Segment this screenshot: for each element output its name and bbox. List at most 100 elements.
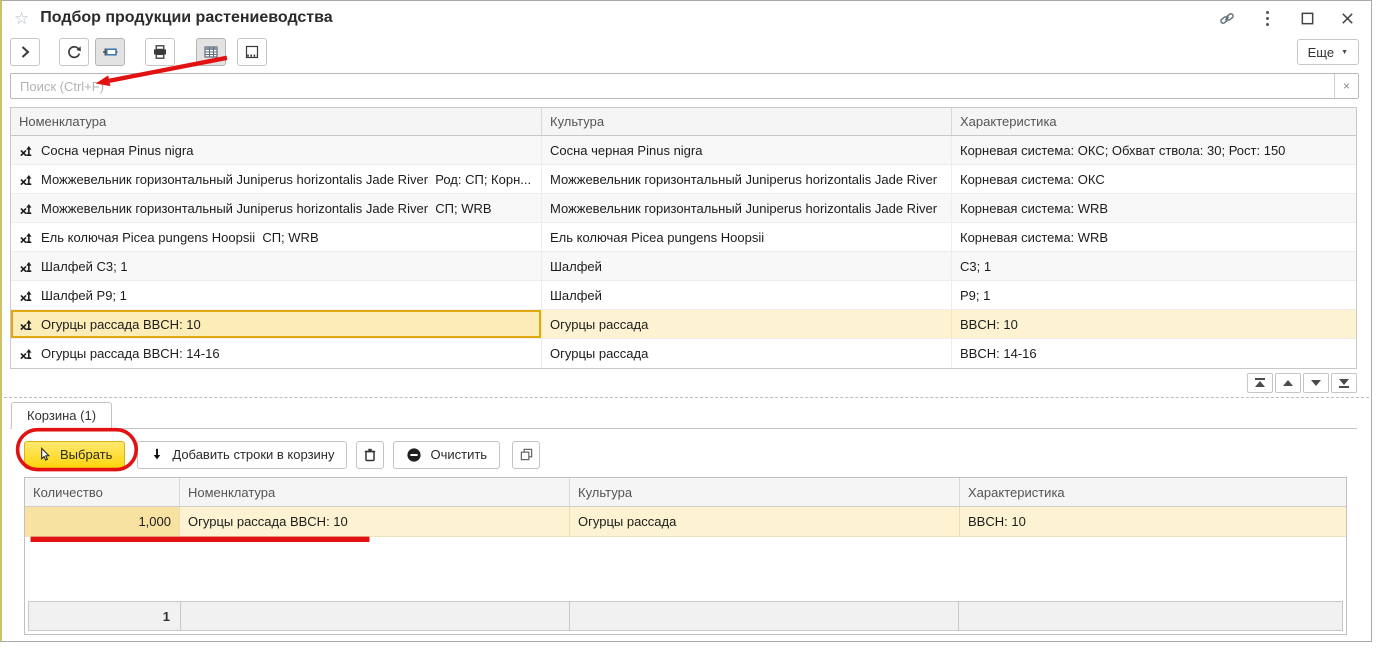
table-row[interactable]: Огурцы рассада BBCH: 14-16 Огурцы рассад… [11,339,1356,368]
column-header-nomenclature[interactable]: Номенклатура [11,108,542,135]
cell-nomenclature: Шалфей C3; 1 [11,252,542,280]
page-title: Подбор продукции растениеводства [40,9,332,27]
cell-characteristic: P9; 1 [952,281,1356,309]
cell-culture: Огурцы рассада [542,310,952,338]
cell-characteristic: Корневая система: WRB [952,194,1356,222]
select-button[interactable]: Выбрать [24,441,125,469]
nomenclature-text: Сосна черная Pinus nigra [41,143,193,158]
chevron-down-icon: ▼ [1341,49,1348,56]
plant-icon [19,143,34,158]
refresh-button[interactable] [59,38,89,66]
table-row[interactable]: Шалфей P9; 1 Шалфей P9; 1 [11,281,1356,310]
cell-nomenclature: Можжевельник горизонтальный Juniperus ho… [11,194,542,222]
plant-icon [19,259,34,274]
cell-culture: Сосна черная Pinus nigra [542,136,952,164]
output-list-button[interactable] [196,38,226,66]
menu-kebab-icon[interactable] [1259,10,1275,26]
basket-table-header: Количество Номенклатура Культура Характе… [25,478,1346,507]
basket-empty-area [25,537,1346,599]
column-header-nomenclature[interactable]: Номенклатура [180,478,570,506]
go-up-button[interactable] [1275,373,1301,393]
go-first-button[interactable] [1247,373,1273,393]
add-rows-button-label: Добавить строки в корзину [172,447,334,462]
app-window: ☆ Подбор продукции растениеводства [0,0,1372,642]
search-bar: × [10,73,1359,99]
print-button[interactable] [145,38,175,66]
basket-row[interactable]: 1,000 Огурцы рассада BBCH: 10 Огурцы рас… [25,507,1346,537]
favorite-star-icon[interactable]: ☆ [14,10,29,27]
nomenclature-text: Огурцы рассада BBCH: 10 [41,317,201,332]
plant-icon [19,201,34,216]
open-window-button[interactable] [512,441,540,469]
basket-tabstrip: Корзина (1) [10,402,1357,429]
more-button[interactable]: Еще ▼ [1297,39,1359,65]
footer-cell [569,601,959,631]
clear-basket-button-label: Очистить [430,447,487,462]
nomenclature-text: Можжевельник горизонтальный Juniperus ho… [41,201,492,216]
plant-icon [19,346,34,361]
basket-toolbar: Выбрать Добавить строки в корзину Очисти… [2,429,1371,471]
column-header-culture[interactable]: Культура [570,478,960,506]
table-row[interactable]: Можжевельник горизонтальный Juniperus ho… [11,165,1356,194]
footer-cell [958,601,1343,631]
cell-quantity: 1,000 [25,507,180,536]
table-row[interactable]: Можжевельник горизонтальный Juniperus ho… [11,194,1356,223]
cell-culture: Огурцы рассада [542,339,952,368]
add-rows-button[interactable]: Добавить строки в корзину [137,441,347,469]
footer-cell [180,601,570,631]
more-button-label: Еще [1308,45,1334,60]
table-row[interactable]: Ель колючая Picea pungens Hoopsii СП; WR… [11,223,1356,252]
minus-circle-icon [406,447,422,463]
expand-panel-button[interactable] [10,38,40,66]
products-table-body: Сосна черная Pinus nigra Сосна черная Pi… [11,136,1356,368]
footer-quantity-total: 1 [28,601,181,631]
table-row[interactable]: Сосна черная Pinus nigra Сосна черная Pi… [11,136,1356,165]
plant-icon [19,230,34,245]
set-period-button[interactable] [95,38,125,66]
cell-culture: Шалфей [542,281,952,309]
maximize-icon[interactable] [1299,10,1315,26]
totals-footer-button[interactable] [237,38,267,66]
nomenclature-text: Шалфей C3; 1 [41,259,128,274]
plant-icon [19,172,34,187]
cell-characteristic: BBCH: 10 [960,507,1346,536]
basket-table: Количество Номенклатура Культура Характе… [24,477,1347,635]
tab-basket[interactable]: Корзина (1) [11,402,112,429]
go-last-button[interactable] [1331,373,1357,393]
panel-splitter[interactable] [4,397,1369,398]
column-header-culture[interactable]: Культура [542,108,952,135]
close-icon[interactable] [1339,10,1355,26]
basket-footer: 1 [28,601,1343,631]
search-clear-button[interactable]: × [1334,74,1358,98]
cell-characteristic: Корневая система: ОКС [952,165,1356,193]
table-row[interactable]: Шалфей C3; 1 Шалфей C3; 1 [11,252,1356,281]
column-header-characteristic[interactable]: Характеристика [960,478,1346,506]
cell-nomenclature: Огурцы рассада BBCH: 10 [180,507,570,536]
column-header-quantity[interactable]: Количество [25,478,180,506]
trash-icon [362,447,378,463]
delete-row-button[interactable] [356,441,384,469]
basket-table-body: 1,000 Огурцы рассада BBCH: 10 Огурцы рас… [25,507,1346,537]
column-header-characteristic[interactable]: Характеристика [952,108,1356,135]
cell-characteristic: BBCH: 10 [952,310,1356,338]
nomenclature-text: Ель колючая Picea pungens Hoopsii СП; WR… [41,230,319,245]
table-row[interactable]: Огурцы рассада BBCH: 10 Огурцы рассада B… [11,310,1356,339]
cell-culture: Можжевельник горизонтальный Juniperus ho… [542,165,952,193]
cell-nomenclature: Шалфей P9; 1 [11,281,542,309]
plant-icon [19,317,34,332]
clear-basket-button[interactable]: Очистить [393,441,500,469]
arrow-down-icon [150,447,164,462]
link-icon[interactable] [1219,10,1235,26]
nomenclature-text: Шалфей P9; 1 [41,288,127,303]
cell-culture: Шалфей [542,252,952,280]
cursor-icon [37,447,52,462]
cell-culture: Огурцы рассада [570,507,960,536]
cell-characteristic: Корневая система: ОКС; Обхват ствола: 30… [952,136,1356,164]
products-table-header: Номенклатура Культура Характеристика [11,108,1356,136]
cell-nomenclature: Можжевельник горизонтальный Juniperus ho… [11,165,542,193]
cell-culture: Можжевельник горизонтальный Juniperus ho… [542,194,952,222]
search-input[interactable] [11,74,1334,98]
go-down-button[interactable] [1303,373,1329,393]
cell-characteristic: C3; 1 [952,252,1356,280]
cell-nomenclature: Огурцы рассада BBCH: 14-16 [11,339,542,368]
